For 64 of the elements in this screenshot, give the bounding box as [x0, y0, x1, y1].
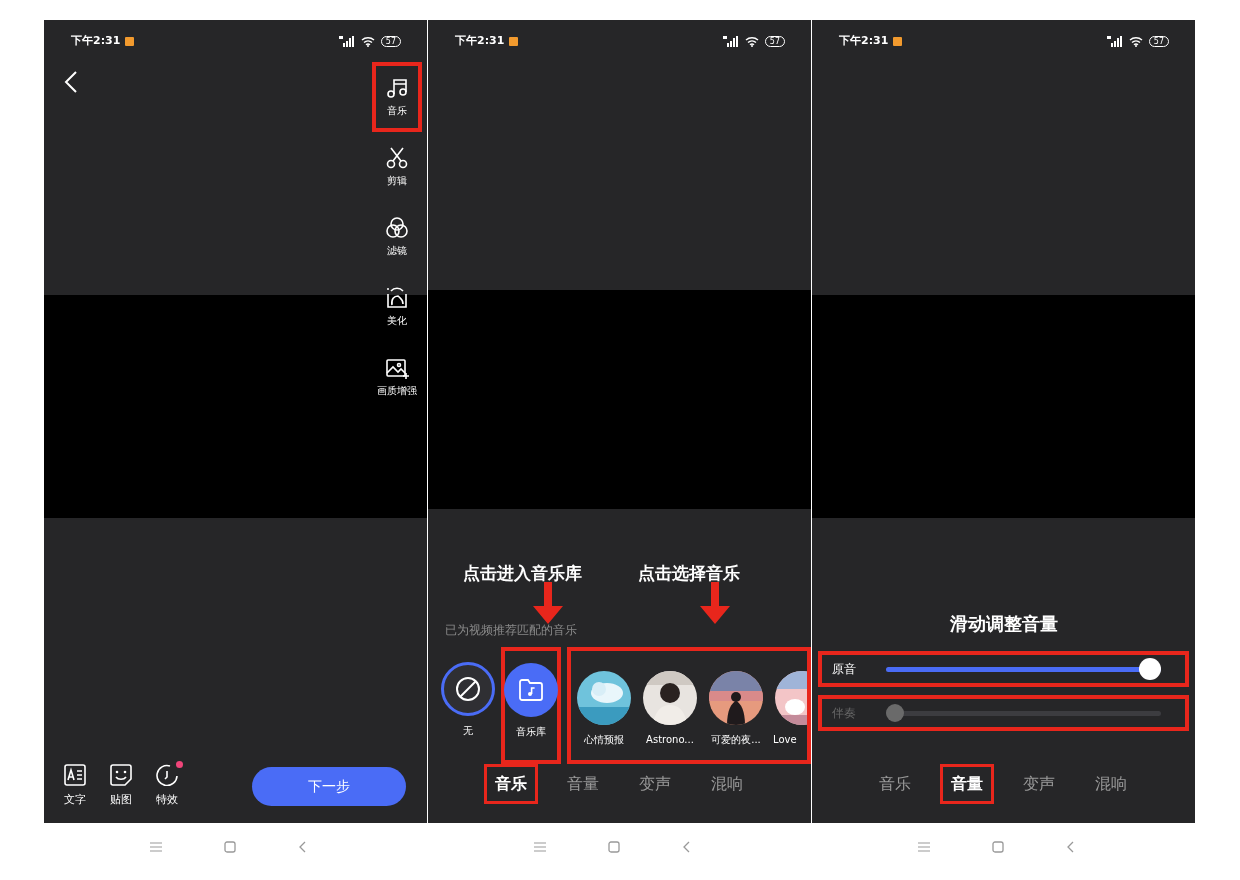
tool-label: 特效	[156, 791, 178, 808]
image-sparkle-icon	[385, 356, 409, 380]
back-chevron-icon[interactable]	[64, 70, 78, 94]
tool-button[interactable]: 画质增强	[372, 342, 422, 412]
wifi-icon	[1128, 36, 1143, 47]
annotation-text: 点击选择音乐	[638, 562, 740, 585]
menu-icon[interactable]	[918, 841, 930, 852]
back-icon[interactable]	[1066, 840, 1074, 853]
back-icon[interactable]	[682, 840, 690, 853]
tab[interactable]: 音量	[940, 764, 994, 804]
tool-button[interactable]: 滤镜	[372, 202, 422, 272]
signal-icon	[1106, 36, 1123, 47]
track-option[interactable]: 心情预报	[571, 671, 637, 760]
next-button[interactable]: 下一步	[252, 767, 406, 806]
tab[interactable]: 混响	[700, 764, 754, 804]
down-arrow	[533, 582, 563, 624]
back-icon[interactable]	[298, 840, 306, 853]
home-icon[interactable]	[224, 840, 236, 853]
timer-icon	[156, 763, 178, 786]
status-time: 下午2:31	[455, 32, 505, 49]
track-option[interactable]: 可爱的夜...	[703, 671, 769, 760]
home-icon[interactable]	[608, 840, 620, 853]
signal-icon	[338, 36, 355, 47]
menu-icon[interactable]	[150, 841, 162, 852]
tab[interactable]: 音乐	[868, 764, 922, 804]
no-entry-icon	[454, 676, 481, 702]
smiley-sticker-icon	[110, 763, 132, 786]
tool-button[interactable]: 美化	[372, 272, 422, 342]
tab[interactable]: 变声	[1012, 764, 1066, 804]
face-outline-icon	[385, 286, 409, 310]
overlapping-circles-icon	[385, 216, 409, 240]
volume-slider[interactable]	[886, 658, 1161, 680]
notification-icon	[893, 37, 903, 46]
notification-icon	[509, 36, 519, 46]
music-folder-icon	[519, 679, 543, 701]
tab[interactable]: 音乐	[484, 764, 538, 804]
music-library-button[interactable]: 音乐库	[501, 647, 561, 764]
tool-label: 贴图	[110, 791, 132, 808]
menu-icon[interactable]	[534, 841, 546, 852]
tab[interactable]: 变声	[628, 764, 682, 804]
status-time: 下午2:31	[71, 33, 121, 50]
recommendation-hint: 已为视频推荐匹配的音乐	[445, 622, 578, 639]
text-box-icon	[64, 763, 86, 786]
status-time: 下午2:31	[839, 33, 889, 50]
tool-button[interactable]: 剪辑	[372, 132, 422, 202]
option-label: 无	[462, 724, 473, 738]
home-icon[interactable]	[992, 840, 1004, 853]
tool-button[interactable]: 音乐	[372, 62, 422, 132]
notification-icon	[125, 37, 135, 46]
slider-label: 伴奏	[832, 705, 857, 722]
wifi-icon	[360, 36, 375, 47]
volume-title: 滑动调整音量	[949, 612, 1058, 636]
annotation-text: 点击进入音乐库	[463, 562, 582, 585]
down-arrow	[700, 582, 730, 624]
no-music-option[interactable]	[440, 662, 495, 716]
wifi-icon	[744, 35, 759, 47]
music-note-icon	[385, 76, 409, 100]
track-option[interactable]: Astrono...	[637, 671, 703, 760]
scissors-icon	[385, 146, 409, 170]
slider-label: 原音	[832, 661, 857, 678]
tool-label: 文字	[64, 791, 86, 808]
tab[interactable]: 音量	[556, 764, 610, 804]
tab[interactable]: 混响	[1084, 764, 1138, 804]
signal-icon	[722, 35, 739, 47]
